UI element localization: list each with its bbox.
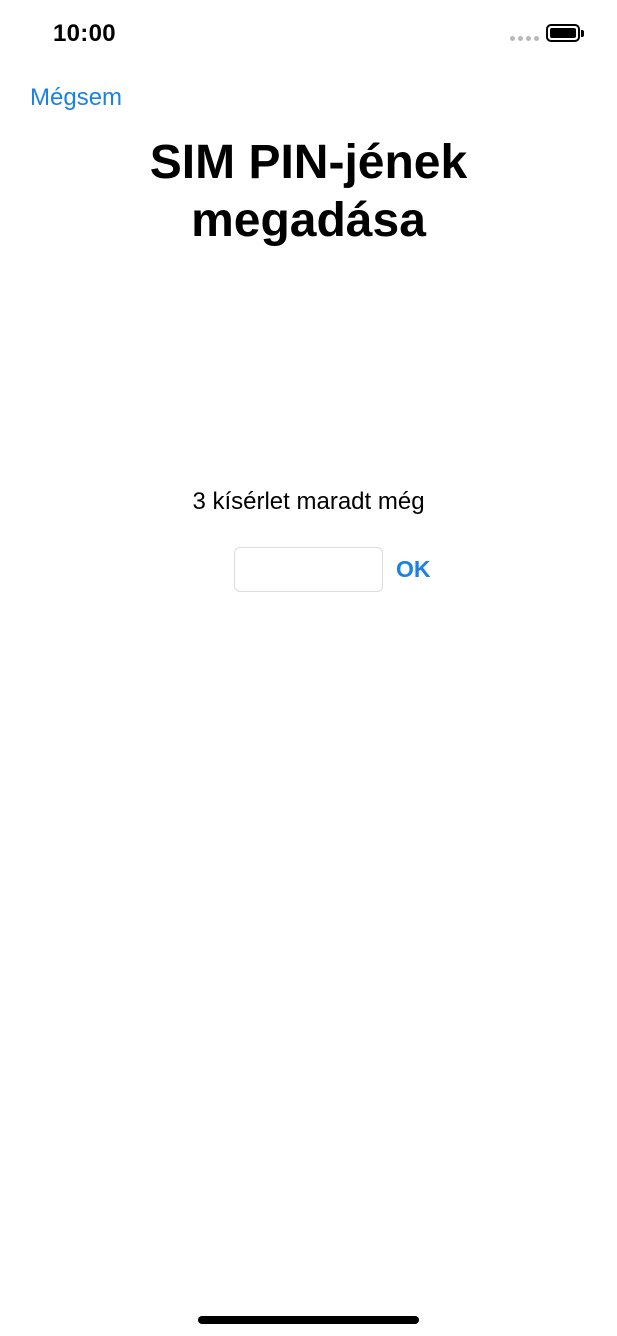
page-title: SIM PIN-jének megadása (149, 136, 468, 247)
home-indicator[interactable] (198, 1316, 419, 1324)
ok-button[interactable]: OK (396, 556, 431, 583)
battery-icon (546, 24, 580, 42)
status-bar: 10:00 (0, 0, 617, 70)
pin-input[interactable] (234, 547, 383, 592)
battery-tip (581, 30, 584, 37)
cancel-button[interactable]: Mégsem (30, 84, 122, 112)
signal-icon (510, 36, 539, 41)
attempts-remaining-text: 3 kísérlet maradt még (192, 488, 425, 515)
status-time: 10:00 (53, 20, 116, 47)
